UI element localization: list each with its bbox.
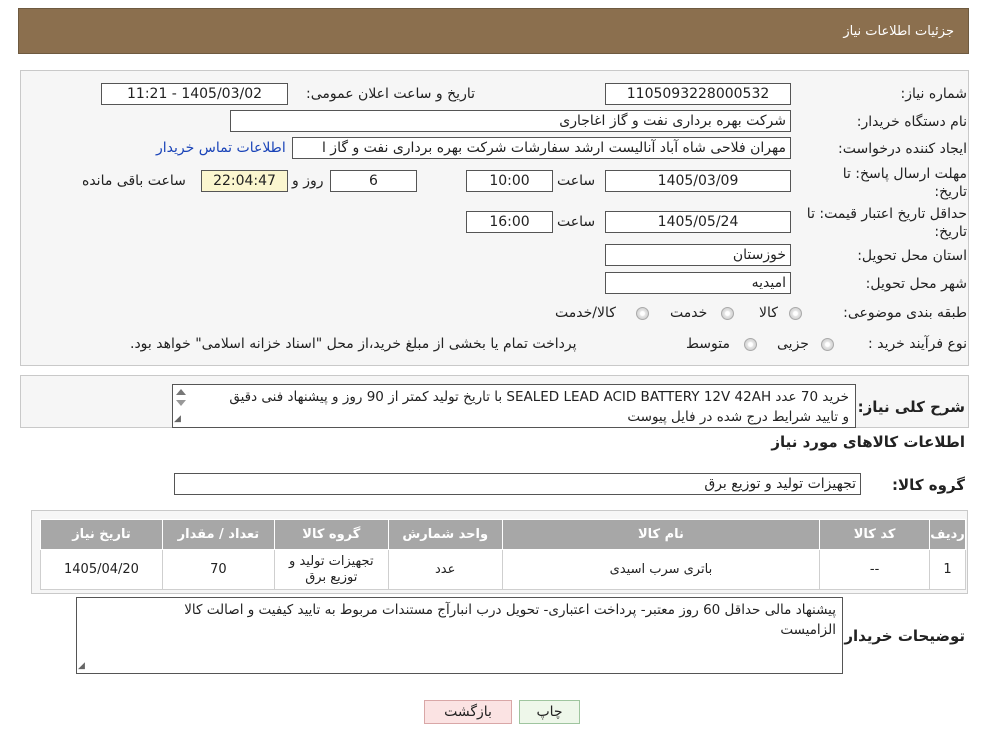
days-label: روز و <box>292 173 324 189</box>
cell-name: باتری سرب اسیدی <box>501 549 821 590</box>
table-row: 1 -- باتری سرب اسیدی عدد تجهیزات تولید و… <box>40 549 966 590</box>
description-textarea[interactable]: خرید 70 عدد SEALED LEAD ACID BATTERY 12V… <box>172 384 856 428</box>
deadline-time-label: ساعت <box>557 173 596 189</box>
validity-time-label: ساعت <box>557 214 596 230</box>
category-service-radio[interactable] <box>721 307 734 320</box>
goods-section-title: اطلاعات کالاهای مورد نیاز <box>771 433 965 451</box>
announce-date-label: تاریخ و ساعت اعلان عمومی: <box>306 86 475 102</box>
back-button[interactable]: بازگشت <box>424 700 512 724</box>
province-label: استان محل تحویل: <box>857 248 967 264</box>
cell-quantity: 70 <box>161 549 275 590</box>
resize-grip-icon: ◢ <box>78 661 85 671</box>
city-field: امیدیه <box>605 272 791 294</box>
buyer-notes-line-2: الزامیست <box>780 622 836 638</box>
col-need-date: تاریخ نیاز <box>40 519 163 550</box>
days-remaining-field: 6 <box>330 170 417 192</box>
city-label: شهر محل تحویل: <box>865 276 967 292</box>
remaining-time-field: 22:04:47 <box>201 170 288 192</box>
deadline-label-date: تاریخ: <box>934 184 967 200</box>
category-goods-radio[interactable] <box>789 307 802 320</box>
validity-label-date: تاریخ: <box>934 224 967 240</box>
page-title: جزئیات اطلاعات نیاز <box>843 24 954 39</box>
col-quantity: تعداد / مقدار <box>161 519 275 550</box>
col-name: نام کالا <box>501 519 821 550</box>
scroll-up-icon[interactable] <box>176 389 186 395</box>
validity-time-field: 16:00 <box>466 211 553 233</box>
items-table-header: ردیف کد کالا نام کالا واحد شمارش گروه کا… <box>40 519 966 550</box>
category-goods-service-label: کالا/خدمت <box>555 305 616 321</box>
col-unit: واحد شمارش <box>387 519 503 550</box>
process-note: پرداخت تمام یا بخشی از مبلغ خرید،از محل … <box>130 336 577 352</box>
col-row: ردیف <box>929 519 966 550</box>
validity-date-field: 1405/05/24 <box>605 211 791 233</box>
buyer-contact-link[interactable]: اطلاعات تماس خریدار <box>156 140 286 156</box>
process-medium-radio[interactable] <box>744 338 757 351</box>
cell-row: 1 <box>929 549 966 590</box>
description-label: شرح کلی نیاز: <box>857 398 965 416</box>
category-goods-service-radio[interactable] <box>636 307 649 320</box>
validity-label: حداقل تاریخ اعتبار قیمت: تا <box>806 206 967 222</box>
process-label: نوع فرآیند خرید : <box>868 336 967 352</box>
process-medium-label: متوسط <box>686 336 730 352</box>
process-minor-label: جزیی <box>777 336 809 352</box>
col-group: گروه کالا <box>273 519 389 550</box>
items-table: ردیف کد کالا نام کالا واحد شمارش گروه کا… <box>40 519 966 590</box>
need-number-field: 1105093228000532 <box>605 83 791 105</box>
buyer-org-field: شرکت بهره برداری نفت و گاز اغاجاری <box>230 110 791 132</box>
goods-group-label: گروه کالا: <box>892 476 965 494</box>
creator-label: ایجاد کننده درخواست: <box>838 141 967 157</box>
cell-code: -- <box>819 549 931 590</box>
cell-group: تجهیزات تولید و توزیع برق <box>273 549 389 590</box>
goods-group-field: تجهیزات تولید و توزیع برق <box>174 473 861 495</box>
cell-need-date: 1405/04/20 <box>40 549 163 590</box>
deadline-time-field: 10:00 <box>466 170 553 192</box>
creator-field: مهران فلاحی شاه آباد آنالیست ارشد سفارشا… <box>292 137 791 159</box>
announce-date-field: 1405/03/02 - 11:21 <box>101 83 288 105</box>
deadline-date-field: 1405/03/09 <box>605 170 791 192</box>
remaining-time-label: ساعت باقی مانده <box>82 173 186 189</box>
buyer-notes-label: توضیحات خریدار: <box>838 627 965 645</box>
col-code: کد کالا <box>819 519 931 550</box>
print-button[interactable]: چاپ <box>519 700 580 724</box>
need-number-label: شماره نیاز: <box>900 86 968 102</box>
category-label: طبقه بندی موضوعی: <box>843 305 967 321</box>
buyer-org-label: نام دستگاه خریدار: <box>856 114 967 130</box>
scroll-down-icon[interactable] <box>176 400 186 406</box>
process-minor-radio[interactable] <box>821 338 834 351</box>
category-goods-label: کالا <box>759 305 778 321</box>
buyer-notes-textarea[interactable]: پیشنهاد مالی حداقل 60 روز معتبر- پرداخت … <box>76 597 843 674</box>
deadline-label: مهلت ارسال پاسخ: تا <box>842 166 967 182</box>
cell-unit: عدد <box>387 549 503 590</box>
description-line-2: و تایید شرایط درج شده در فایل پیوست <box>627 409 849 425</box>
category-service-label: خدمت <box>670 305 708 321</box>
resize-grip-icon: ◢ <box>174 414 181 424</box>
description-line-1: خرید 70 عدد SEALED LEAD ACID BATTERY 12V… <box>229 389 849 405</box>
buyer-notes-line-1: پیشنهاد مالی حداقل 60 روز معتبر- پرداخت … <box>184 602 836 618</box>
page-header: جزئیات اطلاعات نیاز <box>18 8 969 54</box>
province-field: خوزستان <box>605 244 791 266</box>
